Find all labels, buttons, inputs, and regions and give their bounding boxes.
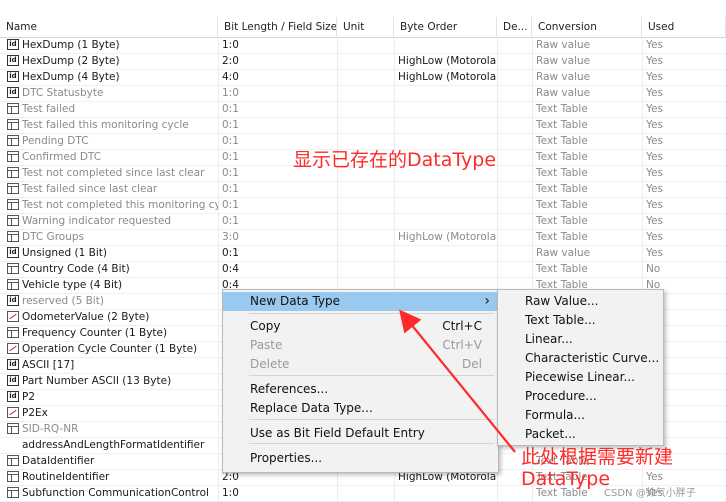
annotation-arrow <box>399 309 516 453</box>
arrow-line <box>399 309 516 453</box>
